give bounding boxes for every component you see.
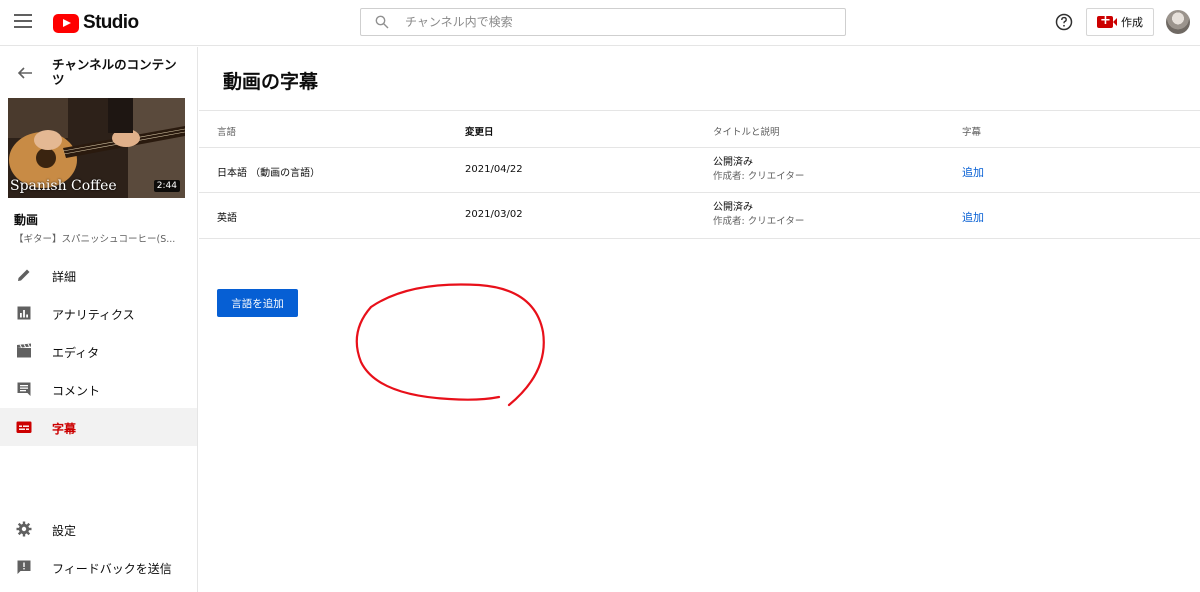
author-text: 作成者: クリエイター [713, 171, 805, 182]
subtitles-icon [16, 421, 32, 433]
publish-status: 公開済み [713, 157, 753, 168]
sidebar-item-feedback[interactable]: フィードバックを送信 [0, 548, 197, 586]
create-video-icon [1097, 13, 1117, 29]
sidebar-item-label: アナリティクス [52, 308, 135, 322]
sidebar-item-subtitles[interactable]: 字幕 [0, 408, 197, 446]
table-header: 言語 変更日 タイトルと説明 字幕 [199, 110, 1200, 148]
sidebar-item-label: エディタ [52, 346, 100, 360]
video-thumbnail[interactable]: Spanish Coffee 2:44 [8, 98, 185, 198]
sidebar-item-settings[interactable]: 設定 [0, 510, 197, 548]
column-header-language: 言語 [217, 127, 237, 138]
sidebar-item-analytics[interactable]: アナリティクス [0, 294, 197, 332]
date-cell: 2021/04/22 [465, 164, 523, 175]
studio-logo[interactable]: Studio [53, 12, 139, 34]
create-label: 作成 [1121, 16, 1143, 29]
help-icon[interactable] [1054, 12, 1074, 32]
sidebar: チャンネルのコンテンツ Spanish Coffee 2:44 動画 【ギター】… [0, 47, 198, 592]
sidebar-item-label: 詳細 [52, 270, 77, 284]
sidebar-item-details[interactable]: 詳細 [0, 256, 197, 294]
sidebar-item-label: フィードバックを送信 [52, 562, 172, 576]
analytics-icon [17, 306, 31, 320]
menu-icon[interactable] [14, 14, 32, 28]
table-row: 英語 2021/03/02 公開済み 作成者: クリエイター 追加 [199, 193, 1200, 239]
sidebar-item-label: 字幕 [52, 422, 77, 436]
film-icon [17, 343, 31, 358]
channel-content-link[interactable]: チャンネルのコンテンツ [52, 57, 182, 87]
duration-badge: 2:44 [153, 180, 180, 192]
add-language-button[interactable]: 言語を追加 [217, 289, 298, 317]
add-subtitles-link[interactable]: 追加 [962, 164, 984, 180]
language-cell: 日本語 （動画の言語） [217, 168, 321, 179]
search-box[interactable] [360, 8, 846, 36]
pencil-icon [18, 269, 30, 281]
column-header-subtitles: 字幕 [962, 127, 982, 138]
thumbnail-title: Spanish Coffee [10, 178, 117, 194]
page-title: 動画の字幕 [223, 71, 319, 93]
red-circle-annotation [355, 283, 545, 407]
top-bar: Studio 作成 [0, 0, 1200, 46]
sidebar-item-label: コメント [52, 384, 101, 398]
avatar[interactable] [1166, 10, 1190, 34]
column-header-modified-date[interactable]: 変更日 [465, 124, 494, 138]
title-description-cell[interactable]: 公開済み 作成者: クリエイター [713, 156, 804, 184]
video-title: 【ギター】スパニッシュコーヒー(S... [14, 234, 176, 245]
back-arrow-icon[interactable] [16, 65, 34, 81]
sidebar-item-comments[interactable]: コメント [0, 370, 197, 408]
logo-text: Studio [83, 12, 139, 33]
sidebar-item-editor[interactable]: エディタ [0, 332, 197, 370]
table-row: 日本語 （動画の言語） 2021/04/22 公開済み 作成者: クリエイター … [199, 148, 1200, 193]
create-button[interactable]: 作成 [1086, 8, 1154, 36]
publish-status: 公開済み [713, 202, 753, 213]
youtube-logo-icon [53, 13, 79, 33]
add-subtitles-link[interactable]: 追加 [962, 209, 984, 225]
comment-icon [17, 382, 31, 396]
date-cell: 2021/03/02 [465, 209, 523, 220]
main-content: 動画の字幕 言語 変更日 タイトルと説明 字幕 日本語 （動画の言語） 2021… [199, 47, 1200, 592]
search-input[interactable] [405, 12, 835, 32]
video-section-title: 動画 [14, 213, 39, 227]
gear-icon [16, 521, 32, 537]
sidebar-item-label: 設定 [52, 524, 77, 538]
search-icon [375, 15, 389, 29]
column-header-title-description: タイトルと説明 [713, 127, 780, 138]
language-cell: 英語 [217, 213, 237, 224]
feedback-icon [17, 560, 31, 574]
title-description-cell[interactable]: 公開済み 作成者: クリエイター [713, 201, 804, 229]
author-text: 作成者: クリエイター [713, 216, 805, 227]
